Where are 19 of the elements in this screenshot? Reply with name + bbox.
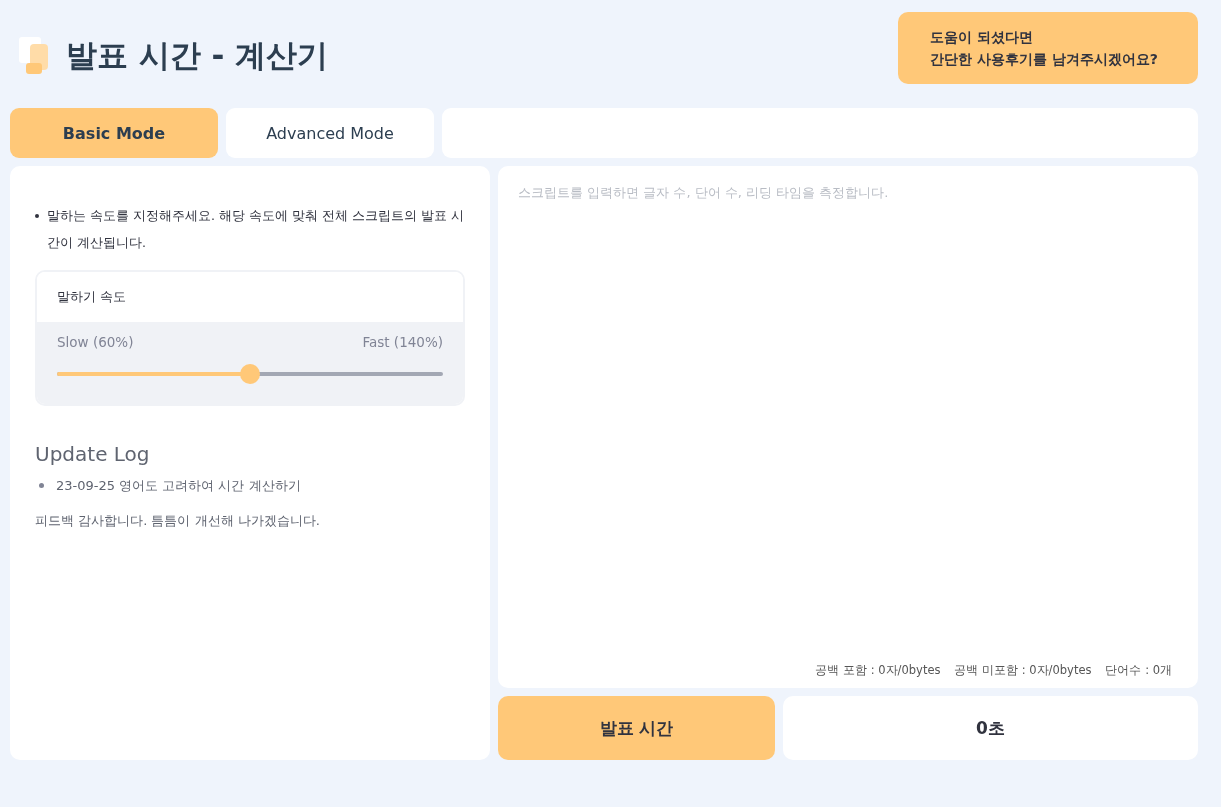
slider-max-label: Fast (140%) [362,334,443,350]
result-value: 0초 [783,696,1198,760]
count-stat: 단어수 : 0개 [1105,663,1172,678]
section-heading: Update Log [35,442,151,466]
slider-min-label: Slow (60%) [57,334,134,350]
mode-tab[interactable]: Advanced Mode [226,108,434,158]
count-stat: 공백 포함 : 0자/0bytes [815,663,941,678]
result-label: 발표 시간 [498,696,775,760]
log-entry: 23-09-25 영어도 고려하여 시간 계산하기 [56,477,301,495]
bullet-icon [39,483,44,488]
mode-tab[interactable]: Basic Mode [10,108,218,158]
slider-handle[interactable] [240,364,260,384]
feedback-button[interactable]: 도움이 되셨다면 간단한 사용후기를 남겨주시겠어요? [898,12,1198,84]
note-text: 피드백 감사합니다. 틈틈이 개선해 나가겠습니다. [35,512,321,530]
page-title: 발표 시간 - 계산기 [66,36,329,75]
count-stat: 공백 미포함 : 0자/0bytes [954,663,1092,678]
bullet-icon [35,214,39,218]
speed-slider[interactable] [57,364,443,384]
instruction-text: 말하는 속도를 지정해주세요. 해당 속도에 맞춰 전체 스크립트의 발표 시간이 계산됩니다. [47,207,465,252]
